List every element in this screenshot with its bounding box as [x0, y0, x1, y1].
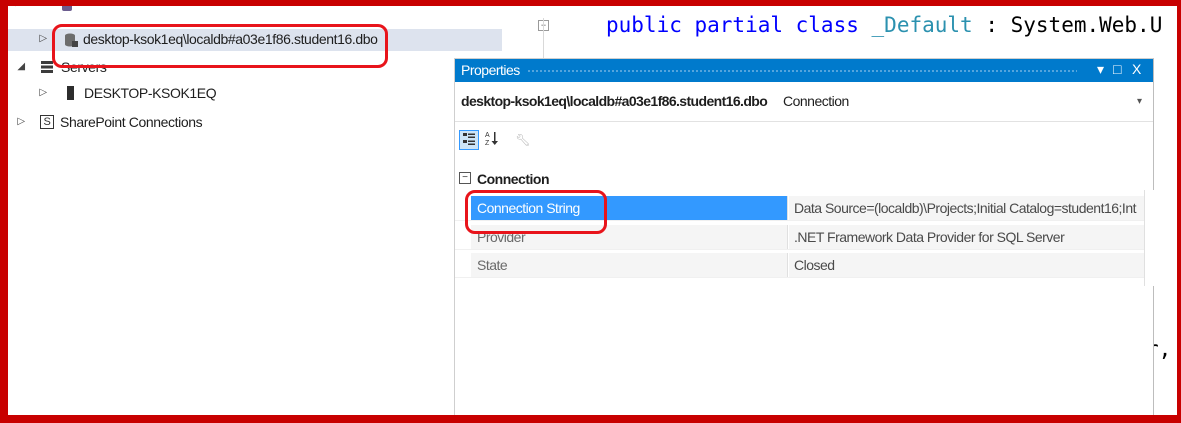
screenshot-border: [0, 0, 1181, 423]
